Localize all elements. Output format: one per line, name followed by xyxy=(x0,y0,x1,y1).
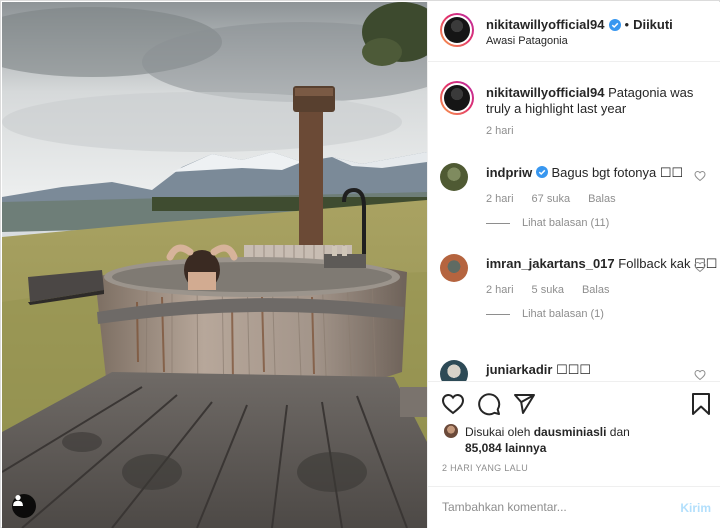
add-comment-bar: Kirim xyxy=(428,486,720,528)
post-details-panel: nikitawillyofficial94 • Diikuti Awasi Pa… xyxy=(427,2,720,528)
liker-avatar[interactable] xyxy=(444,424,458,438)
comment-username[interactable]: indpriw xyxy=(486,165,532,180)
user-tag-icon xyxy=(13,495,23,506)
comments-list[interactable]: nikitawillyofficial94 Patagonia was trul… xyxy=(428,63,720,381)
post-date[interactable]: 2 HARI YANG LALU xyxy=(442,463,528,473)
comment-meta: 2 hari 5 suka Balas xyxy=(486,284,609,296)
caption-avatar[interactable] xyxy=(440,81,474,115)
comment-text: ☐☐☐ xyxy=(556,362,592,377)
share-icon[interactable] xyxy=(512,392,536,416)
likes-count[interactable]: 85,084 lainnya xyxy=(465,441,546,455)
likes-prefix: Disukai oleh xyxy=(465,425,531,439)
verified-icon xyxy=(535,166,548,178)
hot-tub-landscape-image xyxy=(2,2,427,528)
caption-username[interactable]: nikitawillyofficial94 xyxy=(486,85,605,100)
post-photo[interactable] xyxy=(2,2,427,528)
comment-body: indpriw Bagus bgt fotonya ☐☐ xyxy=(486,165,686,181)
reply-button[interactable]: Balas xyxy=(588,193,616,205)
author-username[interactable]: nikitawillyofficial94 xyxy=(486,17,605,32)
tagged-users-button[interactable] xyxy=(12,494,36,518)
view-replies-button[interactable]: Lihat balasan (11) xyxy=(486,217,609,229)
view-replies-button[interactable]: Lihat balasan (1) xyxy=(486,308,604,320)
comment-time[interactable]: 2 hari xyxy=(486,193,514,205)
commenter-avatar[interactable] xyxy=(440,360,468,381)
comment-likes[interactable]: 67 suka xyxy=(532,193,571,205)
bookmark-icon[interactable] xyxy=(689,392,713,416)
post-header: nikitawillyofficial94 • Diikuti Awasi Pa… xyxy=(428,2,720,62)
view-replies-label: Lihat balasan (1) xyxy=(522,308,604,320)
reply-button[interactable]: Balas xyxy=(582,284,610,296)
post-comment-button[interactable]: Kirim xyxy=(680,501,711,515)
commenter-avatar[interactable] xyxy=(440,163,468,191)
comment-meta: 2 hari 67 suka Balas xyxy=(486,193,616,205)
comment-time[interactable]: 2 hari xyxy=(486,284,514,296)
post-actions-bar xyxy=(428,381,720,421)
liker-username[interactable]: dausminiasli xyxy=(534,425,607,439)
post-dialog: nikitawillyofficial94 • Diikuti Awasi Pa… xyxy=(0,0,720,528)
separator-dot: • xyxy=(624,17,630,32)
comment-username[interactable]: imran_jakartans_017 xyxy=(486,256,615,271)
post-location[interactable]: Awasi Patagonia xyxy=(486,35,568,47)
commenter-avatar[interactable] xyxy=(440,254,468,282)
comment-body: juniarkadir ☐☐☐ xyxy=(486,362,686,378)
heart-icon[interactable] xyxy=(694,261,706,273)
comment-username[interactable]: juniarkadir xyxy=(486,362,552,377)
replies-divider xyxy=(486,222,510,224)
replies-divider xyxy=(486,313,510,315)
comment-likes[interactable]: 5 suka xyxy=(532,284,564,296)
author-avatar[interactable] xyxy=(440,13,474,47)
comment-text: Bagus bgt fotonya ☐☐ xyxy=(551,165,684,180)
heart-icon[interactable] xyxy=(694,170,706,182)
caption-time[interactable]: 2 hari xyxy=(486,125,514,137)
view-replies-label: Lihat balasan (11) xyxy=(522,217,610,229)
likes-joiner: dan xyxy=(609,425,630,439)
heart-icon[interactable] xyxy=(694,369,706,381)
heart-icon[interactable] xyxy=(441,392,465,416)
caption-text-block: nikitawillyofficial94 Patagonia was trul… xyxy=(486,85,710,117)
comment-icon[interactable] xyxy=(477,392,501,416)
author-row: nikitawillyofficial94 • Diikuti xyxy=(486,17,673,32)
verified-icon xyxy=(608,18,621,31)
comment-input[interactable] xyxy=(442,495,662,519)
comment-body: imran_jakartans_017 Follback kak ☐☐ xyxy=(486,256,717,272)
following-button[interactable]: Diikuti xyxy=(633,17,673,32)
likes-text: Disukai oleh dausminiasli dan 85,084 lai… xyxy=(465,424,715,456)
